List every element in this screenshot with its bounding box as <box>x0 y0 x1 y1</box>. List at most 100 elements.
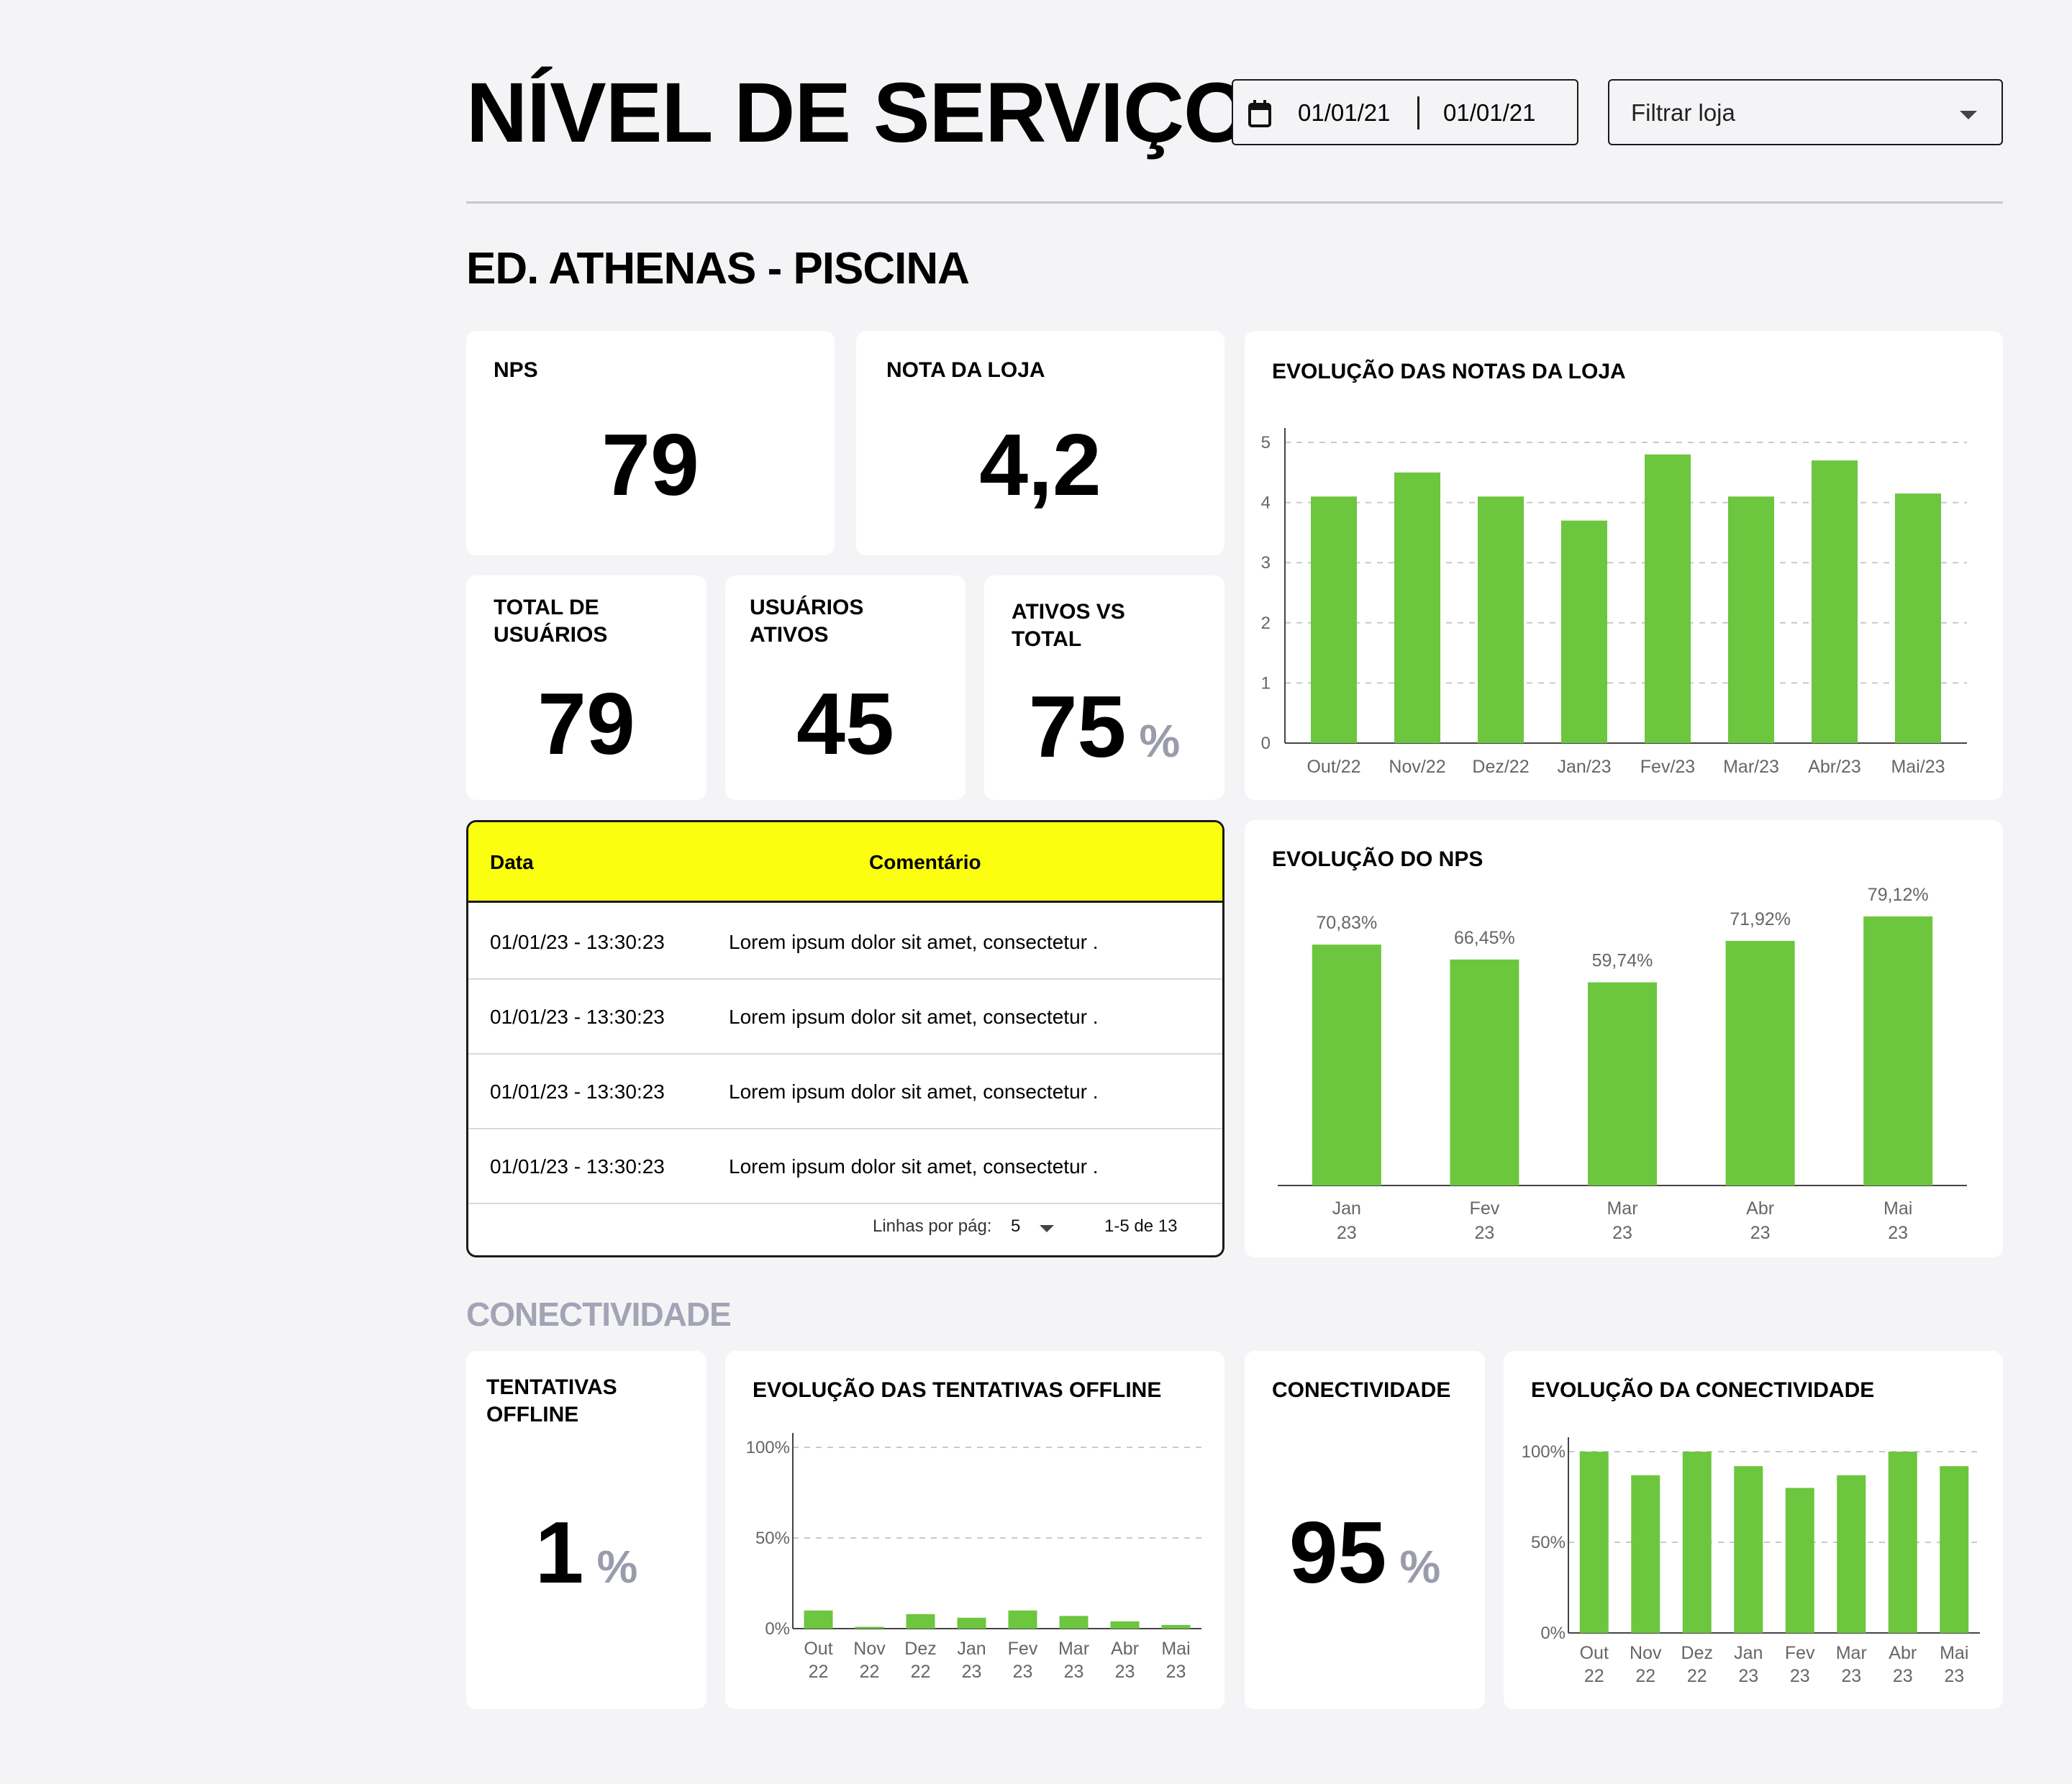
active-vs-total-display: 75% <box>984 676 1224 777</box>
y-tick-label: 100% <box>1522 1442 1566 1462</box>
x-tick-label: Fev <box>1785 1643 1815 1663</box>
bar <box>957 1617 986 1629</box>
bar <box>1478 496 1524 743</box>
y-tick-label: 5 <box>1261 433 1271 452</box>
column-header-date[interactable]: Data <box>490 851 534 874</box>
x-tick-label: Out/22 <box>1307 757 1360 777</box>
x-tick-label: 23 <box>1888 1223 1908 1243</box>
offline-attempts-display: 1% <box>466 1502 706 1603</box>
store-name: ED. ATHENAS - PISCINA <box>466 244 970 293</box>
x-tick-label: Abr <box>1746 1198 1774 1219</box>
total-users-label: TOTAL DE USUÁRIOS <box>494 596 608 647</box>
bar <box>1837 1475 1866 1633</box>
rows-per-page-select[interactable]: 5 <box>1011 1216 1020 1237</box>
offline-attempts-label: TENTATIVAS OFFLINE <box>486 1375 617 1426</box>
connectivity-bar-chart: 0% 50% 100% Out 22 Nov 22 Dez 22 Jan 23 Fev 23 Mar 23 A… <box>1522 1437 1980 1686</box>
x-tick-label: 23 <box>1166 1662 1186 1682</box>
store-ratings-chart-card: EVOLUÇÃO DAS NOTAS DA LOJA 0 1 2 3 4 5 Out/22 N… <box>1245 331 2003 800</box>
data-label: 70,83% <box>1316 913 1377 933</box>
connectivity-section-title: CONECTIVIDADE <box>466 1296 732 1333</box>
x-tick-label: Mai <box>1940 1643 1968 1663</box>
table-row: 01/01/23 - 13:30:23 Lorem ipsum dolor si… <box>468 905 1222 980</box>
x-tick-label: Mai <box>1161 1639 1190 1659</box>
bar <box>1008 1610 1037 1629</box>
x-tick-label: Mar <box>1058 1639 1089 1659</box>
y-tick-label: 0% <box>1540 1624 1566 1643</box>
x-tick-label: Dez/22 <box>1472 757 1529 777</box>
x-tick-label: 23 <box>962 1662 982 1682</box>
nps-evolution-bar-chart: Jan 23 70,83% Fev 23 66,45% Mar 23 59,74% Abr 23 71… <box>1278 885 1967 1243</box>
table-row: 01/01/23 - 13:30:23 Lorem ipsum dolor si… <box>468 1129 1222 1204</box>
x-tick-label: 23 <box>1612 1223 1632 1243</box>
x-tick-label: 22 <box>809 1662 829 1682</box>
date-end[interactable]: 01/01/21 <box>1443 99 1535 127</box>
x-tick-label: Mar <box>1836 1643 1867 1663</box>
bar <box>1161 1624 1191 1629</box>
connectivity-card: CONECTIVIDADE 95% <box>1245 1351 1485 1709</box>
bar <box>1812 460 1858 743</box>
connectivity-value: 95 <box>1289 1503 1387 1601</box>
table-row: 01/01/23 - 13:30:23 Lorem ipsum dolor si… <box>468 1055 1222 1129</box>
x-tick-label: Jan <box>1332 1198 1361 1219</box>
connectivity-label: CONECTIVIDADE <box>1272 1378 1451 1402</box>
row-date: 01/01/23 - 13:30:23 <box>490 931 665 953</box>
data-label: 59,74% <box>1592 951 1653 971</box>
nps-evolution-chart-card: EVOLUÇÃO DO NPS Jan 23 70,83% Fev 23 66,45% Ma… <box>1245 820 2003 1257</box>
x-tick-label: 23 <box>1013 1662 1033 1682</box>
offline-attempts-bar-chart: 0% 50% 100% Out 22 Nov 22 Dez 22 Jan 23 Fev 23 Mar 23 A… <box>746 1433 1201 1682</box>
percent-sign: % <box>596 1541 638 1593</box>
store-filter-placeholder: Filtrar loja <box>1631 99 1735 126</box>
x-tick-label: Mar/23 <box>1723 757 1779 777</box>
y-tick-label: 100% <box>746 1438 790 1457</box>
bar <box>1450 959 1519 1185</box>
bar <box>804 1610 833 1629</box>
store-rating-card: NOTA DA LOJA 4,2 <box>856 331 1224 555</box>
x-tick-label: Mai <box>1884 1198 1912 1219</box>
bar <box>1895 493 1941 743</box>
y-tick-label: 50% <box>1531 1533 1566 1552</box>
date-start[interactable]: 01/01/21 <box>1298 99 1390 127</box>
bar <box>1785 1488 1814 1633</box>
x-tick-label: Fev <box>1470 1198 1500 1219</box>
x-tick-label: Abr <box>1111 1639 1139 1659</box>
bar <box>1110 1621 1140 1629</box>
x-tick-label: 23 <box>1115 1662 1135 1682</box>
chevron-down-icon[interactable] <box>1040 1225 1054 1232</box>
bar <box>1888 1452 1917 1633</box>
x-tick-label: 22 <box>1635 1666 1655 1686</box>
row-comment: Lorem ipsum dolor sit amet, consectetur … <box>729 1080 1099 1103</box>
x-tick-label: Jan <box>1734 1643 1763 1663</box>
store-rating-label: NOTA DA LOJA <box>886 358 1045 382</box>
date-separator <box>1417 96 1419 129</box>
data-label: 79,12% <box>1868 885 1929 905</box>
y-tick-label: 4 <box>1261 493 1271 513</box>
bar <box>1725 940 1795 1185</box>
x-tick-label: Dez <box>904 1639 936 1659</box>
x-tick-label: 22 <box>1584 1666 1604 1686</box>
x-tick-label: 23 <box>1474 1223 1494 1243</box>
x-tick-label: Mar <box>1607 1198 1637 1219</box>
bar <box>1863 916 1933 1185</box>
x-tick-label: 22 <box>1687 1666 1707 1686</box>
active-users-label: USUÁRIOS ATIVOS <box>750 596 864 647</box>
x-tick-label: Jan <box>957 1639 986 1659</box>
date-range-picker[interactable]: 01/01/21 01/01/21 <box>1232 79 1578 145</box>
page-title: NÍVEL DE SERVIÇO <box>466 65 1250 160</box>
row-comment: Lorem ipsum dolor sit amet, consectetur … <box>729 931 1099 953</box>
bar <box>906 1614 935 1629</box>
nps-label: NPS <box>494 358 538 382</box>
x-tick-label: Abr <box>1889 1643 1917 1663</box>
y-tick-label: 50% <box>755 1529 790 1548</box>
x-tick-label: Dez <box>1681 1643 1713 1663</box>
y-tick-label: 0 <box>1261 734 1271 753</box>
y-tick-label: 2 <box>1261 614 1271 633</box>
column-header-comment[interactable]: Comentário <box>869 851 981 874</box>
row-date: 01/01/23 - 13:30:23 <box>490 1080 665 1103</box>
x-tick-label: Fev <box>1008 1639 1038 1659</box>
percent-sign: % <box>1399 1541 1441 1593</box>
total-users-card: TOTAL DE USUÁRIOS 79 <box>466 575 706 800</box>
row-comment: Lorem ipsum dolor sit amet, consectetur … <box>729 1006 1099 1028</box>
active-vs-total-value: 75 <box>1028 678 1127 775</box>
bar <box>1682 1452 1712 1633</box>
store-filter-select[interactable]: Filtrar loja <box>1608 79 2003 145</box>
